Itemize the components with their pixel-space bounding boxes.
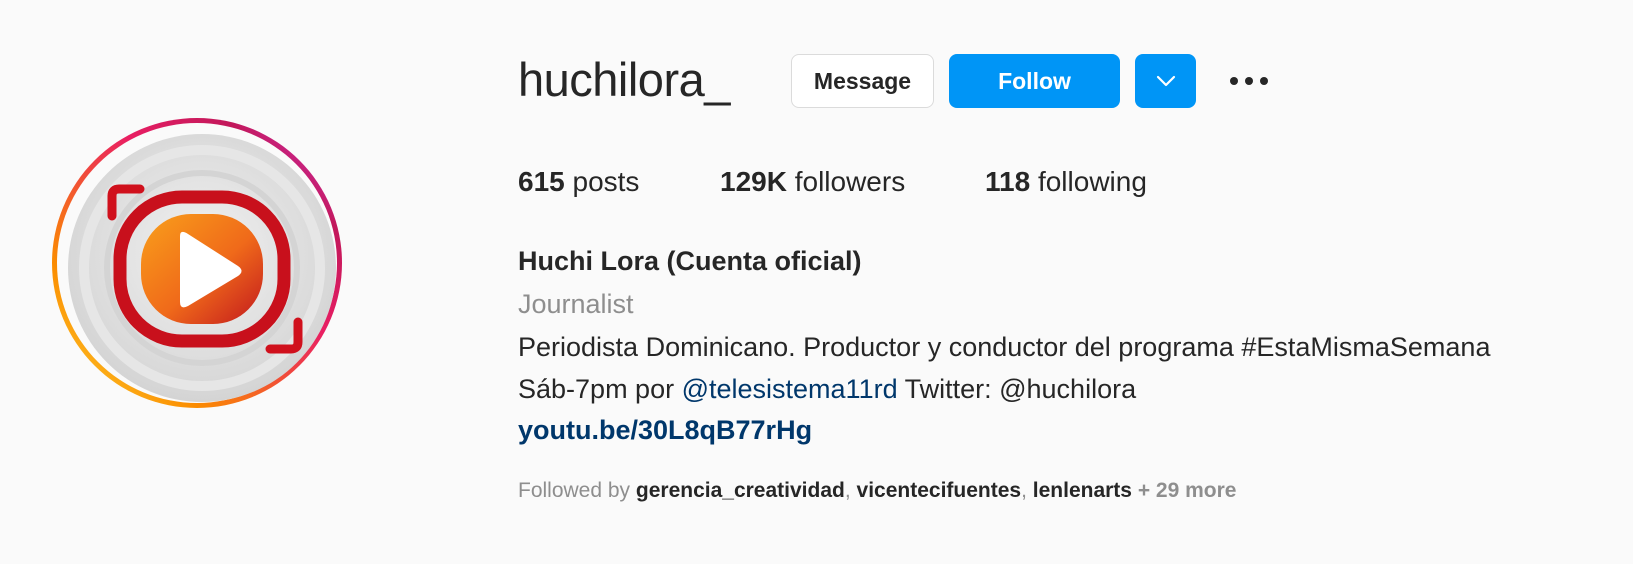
followed-by-separator: , <box>1021 479 1033 502</box>
suggested-accounts-dropdown-button[interactable] <box>1135 54 1196 108</box>
profile-avatar-story-ring[interactable] <box>52 118 342 408</box>
bio-text-prefix: Sáb-7pm por <box>518 374 682 404</box>
following-count-value: 118 <box>985 166 1031 197</box>
followed-by[interactable]: Followed by gerencia_creatividad, vicent… <box>518 479 1236 503</box>
following-count-label: following <box>1037 166 1147 197</box>
following-link[interactable]: 118 following <box>985 166 1147 198</box>
more-options-icon <box>1230 77 1268 85</box>
posts-count-value: 615 <box>518 166 565 197</box>
followed-by-account[interactable]: gerencia_creatividad <box>636 479 845 502</box>
bio-text-line-2: Sáb-7pm por @telesistema11rd Twitter: @h… <box>518 374 1136 405</box>
profile-page: huchilora_ Message Follow 615 posts 129K… <box>0 0 1633 564</box>
profile-category: Journalist <box>518 289 634 319</box>
bio-text-suffix: Twitter: @huchilora <box>897 374 1137 404</box>
bio-text-line-1: Periodista Dominicano. Productor y condu… <box>518 332 1491 362</box>
message-button[interactable]: Message <box>791 54 934 108</box>
follow-button[interactable]: Follow <box>949 54 1120 108</box>
avatar-ring-gap <box>57 123 337 403</box>
play-logo-icon <box>79 145 325 391</box>
followers-link[interactable]: 129K followers <box>720 166 905 198</box>
followers-count-value: 129K <box>720 166 787 197</box>
full-name: Huchi Lora (Cuenta oficial) <box>518 246 862 276</box>
more-options-button[interactable] <box>1226 64 1272 98</box>
posts-count: 615 posts <box>518 166 639 198</box>
bio-mention-link[interactable]: @telesistema11rd <box>682 374 898 404</box>
username: huchilora_ <box>518 53 730 106</box>
avatar[interactable] <box>68 134 336 402</box>
followed-by-account[interactable]: lenlenarts <box>1033 479 1132 502</box>
followed-by-prefix: Followed by <box>518 479 636 502</box>
followers-count-label: followers <box>794 166 906 197</box>
followed-by-more[interactable]: + 29 more <box>1132 479 1237 502</box>
bio-external-link[interactable]: youtu.be/30L8qB77rHg <box>518 415 812 446</box>
followed-by-account[interactable]: vicentecifuentes <box>857 479 1022 502</box>
followed-by-separator: , <box>844 479 857 502</box>
chevron-down-icon <box>1156 75 1175 87</box>
posts-count-label: posts <box>572 166 640 197</box>
